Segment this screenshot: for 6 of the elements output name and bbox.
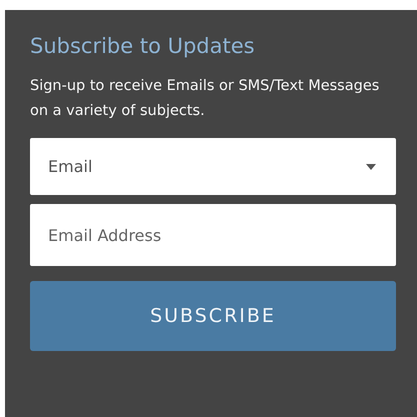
panel-title: Subscribe to Updates	[30, 33, 256, 60]
subscribe-button[interactable]: SUBSCRIBE	[30, 281, 396, 351]
subscription-type-dropdown[interactable]: Email	[30, 138, 396, 195]
description-text: Sign-up to receive Emails or SMS/Text Messages on a variety of subjects.	[30, 77, 380, 121]
caret-icon	[366, 164, 376, 170]
email-address-field[interactable]: Email Address	[30, 204, 396, 266]
